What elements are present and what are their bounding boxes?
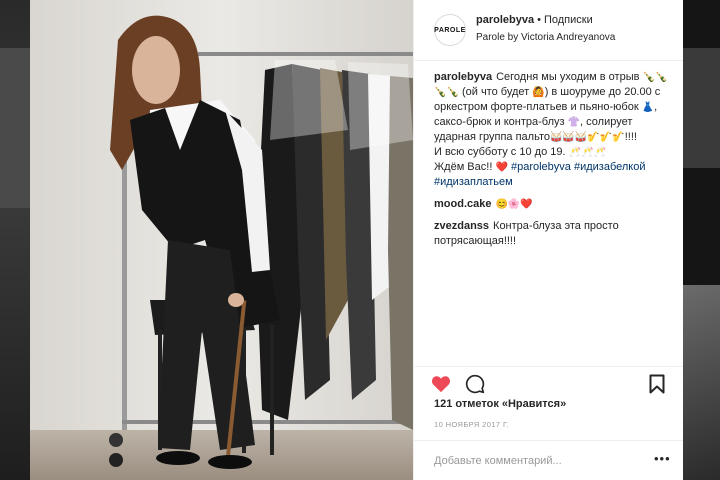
more-options-button[interactable]: ••• [654,451,671,466]
account-full-name: Parole by Victoria Andreyanova [476,32,616,43]
comment-icon [465,374,485,394]
hashtag-link[interactable]: #идизаплатьем [434,176,513,188]
background-post-right[interactable] [683,0,720,480]
likes-count[interactable]: 121 отметок «Нравится» [434,398,566,410]
comment: mood.cake 😊🌸❤️ [434,197,670,212]
bookmark-icon [649,374,665,394]
header-line: parolebyva • Подписки [476,14,593,26]
hashtag-link[interactable]: #идизабелкой [574,161,646,173]
caption-text-2: (ой что будет [461,86,530,98]
background-post-left[interactable] [0,0,30,480]
comment-username[interactable]: mood.cake [434,198,491,210]
post-modal: PAROLE parolebyva • Подписки Parole by Vic… [30,0,683,480]
comment-button[interactable] [464,373,486,395]
photo-illustration [30,0,413,480]
header-separator: • [537,14,541,26]
like-button[interactable] [430,373,452,395]
action-bar [414,366,683,401]
heart-icon [432,376,450,393]
drum-sax-emoji: 🥁🥁🥁🎷🎷🎷 [549,132,625,143]
gesture-emoji: 🙆 [532,87,545,98]
post-details-panel: PAROLE parolebyva • Подписки Parole by Vic… [413,0,683,480]
comment: zvezdanss Контра-блуза эта просто потряса… [434,219,670,249]
blouse-emoji: 👚 [567,117,581,128]
following-button[interactable]: Подписки [544,14,593,26]
caption-text-6: !!!! [624,131,637,143]
caption-text-1: Сегодня мы уходим в отрыв [496,71,640,83]
comment-text: 😊🌸❤️ [495,199,533,210]
add-comment-bar: ••• [414,440,683,480]
post-header: PAROLE parolebyva • Подписки Parole by Vic… [414,0,683,61]
comment-username[interactable]: zvezdanss [434,220,489,232]
clink-emoji: 🥂🥂🥂 [568,147,606,158]
add-comment-input[interactable] [434,453,634,469]
caption-text-8: Ждём Вас!! [434,161,493,173]
save-button[interactable] [646,373,668,395]
caption-username[interactable]: parolebyva [434,71,492,83]
comments-list: parolebyva Сегодня мы уходим в отрыв 🍾🍾🍾🍾… [434,70,670,256]
post-date[interactable]: 10 НОЯБРЯ 2017 Г. [434,420,509,429]
hashtag-link[interactable]: #parolebyva [511,161,571,173]
caption: parolebyva Сегодня мы уходим в отрыв 🍾🍾🍾🍾… [434,70,670,190]
caption-text-7: И всю субботу с 10 до 19. [434,146,566,158]
heart-emoji: ❤️ [495,162,508,173]
post-photo[interactable] [30,0,413,480]
dress-emoji: 👗 [641,102,655,113]
avatar[interactable]: PAROLE [434,14,466,46]
header-username[interactable]: parolebyva [476,14,534,26]
